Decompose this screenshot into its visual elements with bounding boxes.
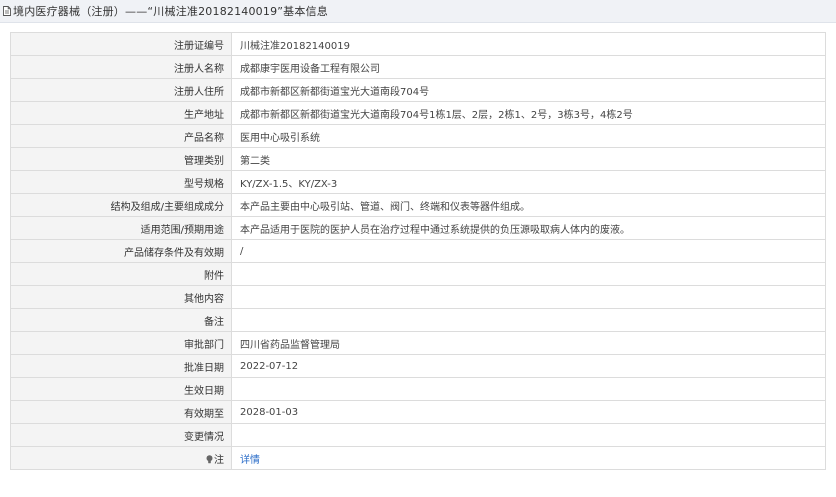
table-row: 产品储存条件及有效期 / bbox=[10, 239, 826, 263]
note-label: 注 bbox=[214, 454, 224, 466]
field-label: 审批部门 bbox=[10, 331, 232, 355]
field-label: 其他内容 bbox=[10, 285, 232, 309]
table-row: 管理类别 第二类 bbox=[10, 147, 826, 171]
field-value: 四川省药品监督管理局 bbox=[231, 331, 826, 355]
table-row: 型号规格 KY/ZX-1.5、KY/ZX-3 bbox=[10, 170, 826, 194]
document-icon bbox=[3, 6, 11, 16]
field-label: 有效期至 bbox=[10, 400, 232, 424]
table-row: 生效日期 bbox=[10, 377, 826, 401]
field-label: 附件 bbox=[10, 262, 232, 286]
field-label: 产品名称 bbox=[10, 124, 232, 148]
info-table: 注册证编号 川械注准20182140019 注册人名称 成都康宇医用设备工程有限公司注… bbox=[10, 32, 826, 470]
field-value bbox=[231, 308, 826, 332]
field-value bbox=[231, 285, 826, 309]
field-value: 成都康宇医用设备工程有限公司 bbox=[231, 55, 826, 79]
field-value: 2028-01-03 bbox=[231, 400, 826, 424]
lightbulb-icon bbox=[206, 454, 213, 463]
field-label: 备注 bbox=[10, 308, 232, 332]
field-label: 型号规格 bbox=[10, 170, 232, 194]
table-row: 批准日期 2022-07-12 bbox=[10, 354, 826, 378]
table-row: 注册人名称 成都康宇医用设备工程有限公司 bbox=[10, 55, 826, 79]
page-title: 境内医疗器械（注册）——“川械注准20182140019”基本信息 bbox=[13, 5, 328, 18]
table-row: 产品名称 医用中心吸引系统 bbox=[10, 124, 826, 148]
field-label: 适用范围/预期用途 bbox=[10, 216, 232, 240]
field-value: 医用中心吸引系统 bbox=[231, 124, 826, 148]
note-row: 注 详情 bbox=[10, 446, 826, 470]
field-label: 生产地址 bbox=[10, 101, 232, 125]
field-label: 管理类别 bbox=[10, 147, 232, 171]
field-label: 注册证编号 bbox=[10, 32, 232, 56]
note-value-cell: 详情 bbox=[231, 446, 826, 470]
details-link[interactable]: 详情 bbox=[240, 455, 260, 466]
field-value: 本产品主要由中心吸引站、管道、阀门、终端和仪表等器件组成。 bbox=[231, 193, 826, 217]
table-row: 变更情况 bbox=[10, 423, 826, 447]
field-value: / bbox=[231, 239, 826, 263]
table-row: 审批部门 四川省药品监督管理局 bbox=[10, 331, 826, 355]
table-row: 注册证编号 川械注准20182140019 bbox=[10, 32, 826, 56]
field-value: 川械注准20182140019 bbox=[231, 32, 826, 56]
table-row: 其他内容 bbox=[10, 285, 826, 309]
page: 境内医疗器械（注册）——“川械注准20182140019”基本信息 注册证编号川… bbox=[0, 0, 836, 497]
field-label: 产品储存条件及有效期 bbox=[10, 239, 232, 263]
field-value: 2022-07-12 bbox=[231, 354, 826, 378]
field-label: 注册人住所 bbox=[10, 78, 232, 102]
field-value: 本产品适用于医院的医护人员在治疗过程中通过系统提供的负压源吸取病人体内的废液。 bbox=[231, 216, 826, 240]
field-value: 成都市新都区新都街道宝光大道南段704号1栋1层、2层，2栋1、2号，3栋3号，… bbox=[231, 101, 826, 125]
table-row: 备注 bbox=[10, 308, 826, 332]
field-value: 第二类 bbox=[231, 147, 826, 171]
note-label-cell: 注 bbox=[10, 446, 232, 470]
field-value bbox=[231, 262, 826, 286]
field-label: 注册人名称 bbox=[10, 55, 232, 79]
table-row: 结构及组成/主要组成成分 本产品主要由中心吸引站、管道、阀门、终端和仪表等器件组成… bbox=[10, 193, 826, 217]
field-value: 成都市新都区新都街道宝光大道南段704号 bbox=[231, 78, 826, 102]
field-value bbox=[231, 423, 826, 447]
field-label: 变更情况 bbox=[10, 423, 232, 447]
table-row: 有效期至 2028-01-03 bbox=[10, 400, 826, 424]
field-label: 结构及组成/主要组成成分 bbox=[10, 193, 232, 217]
table-row: 附件 bbox=[10, 262, 826, 286]
table-row: 注册人住所 成都市新都区新都街道宝光大道南段704号 bbox=[10, 78, 826, 102]
table-row: 生产地址 成都市新都区新都街道宝光大道南段704号1栋1层、2层，2栋1、2号，3… bbox=[10, 101, 826, 125]
field-value bbox=[231, 377, 826, 401]
field-label: 批准日期 bbox=[10, 354, 232, 378]
field-label: 生效日期 bbox=[10, 377, 232, 401]
table-row: 适用范围/预期用途 本产品适用于医院的医护人员在治疗过程中通过系统提供的负压源吸取… bbox=[10, 216, 826, 240]
page-header: 境内医疗器械（注册）——“川械注准20182140019”基本信息 bbox=[0, 0, 836, 23]
field-value: KY/ZX-1.5、KY/ZX-3 bbox=[231, 170, 826, 194]
